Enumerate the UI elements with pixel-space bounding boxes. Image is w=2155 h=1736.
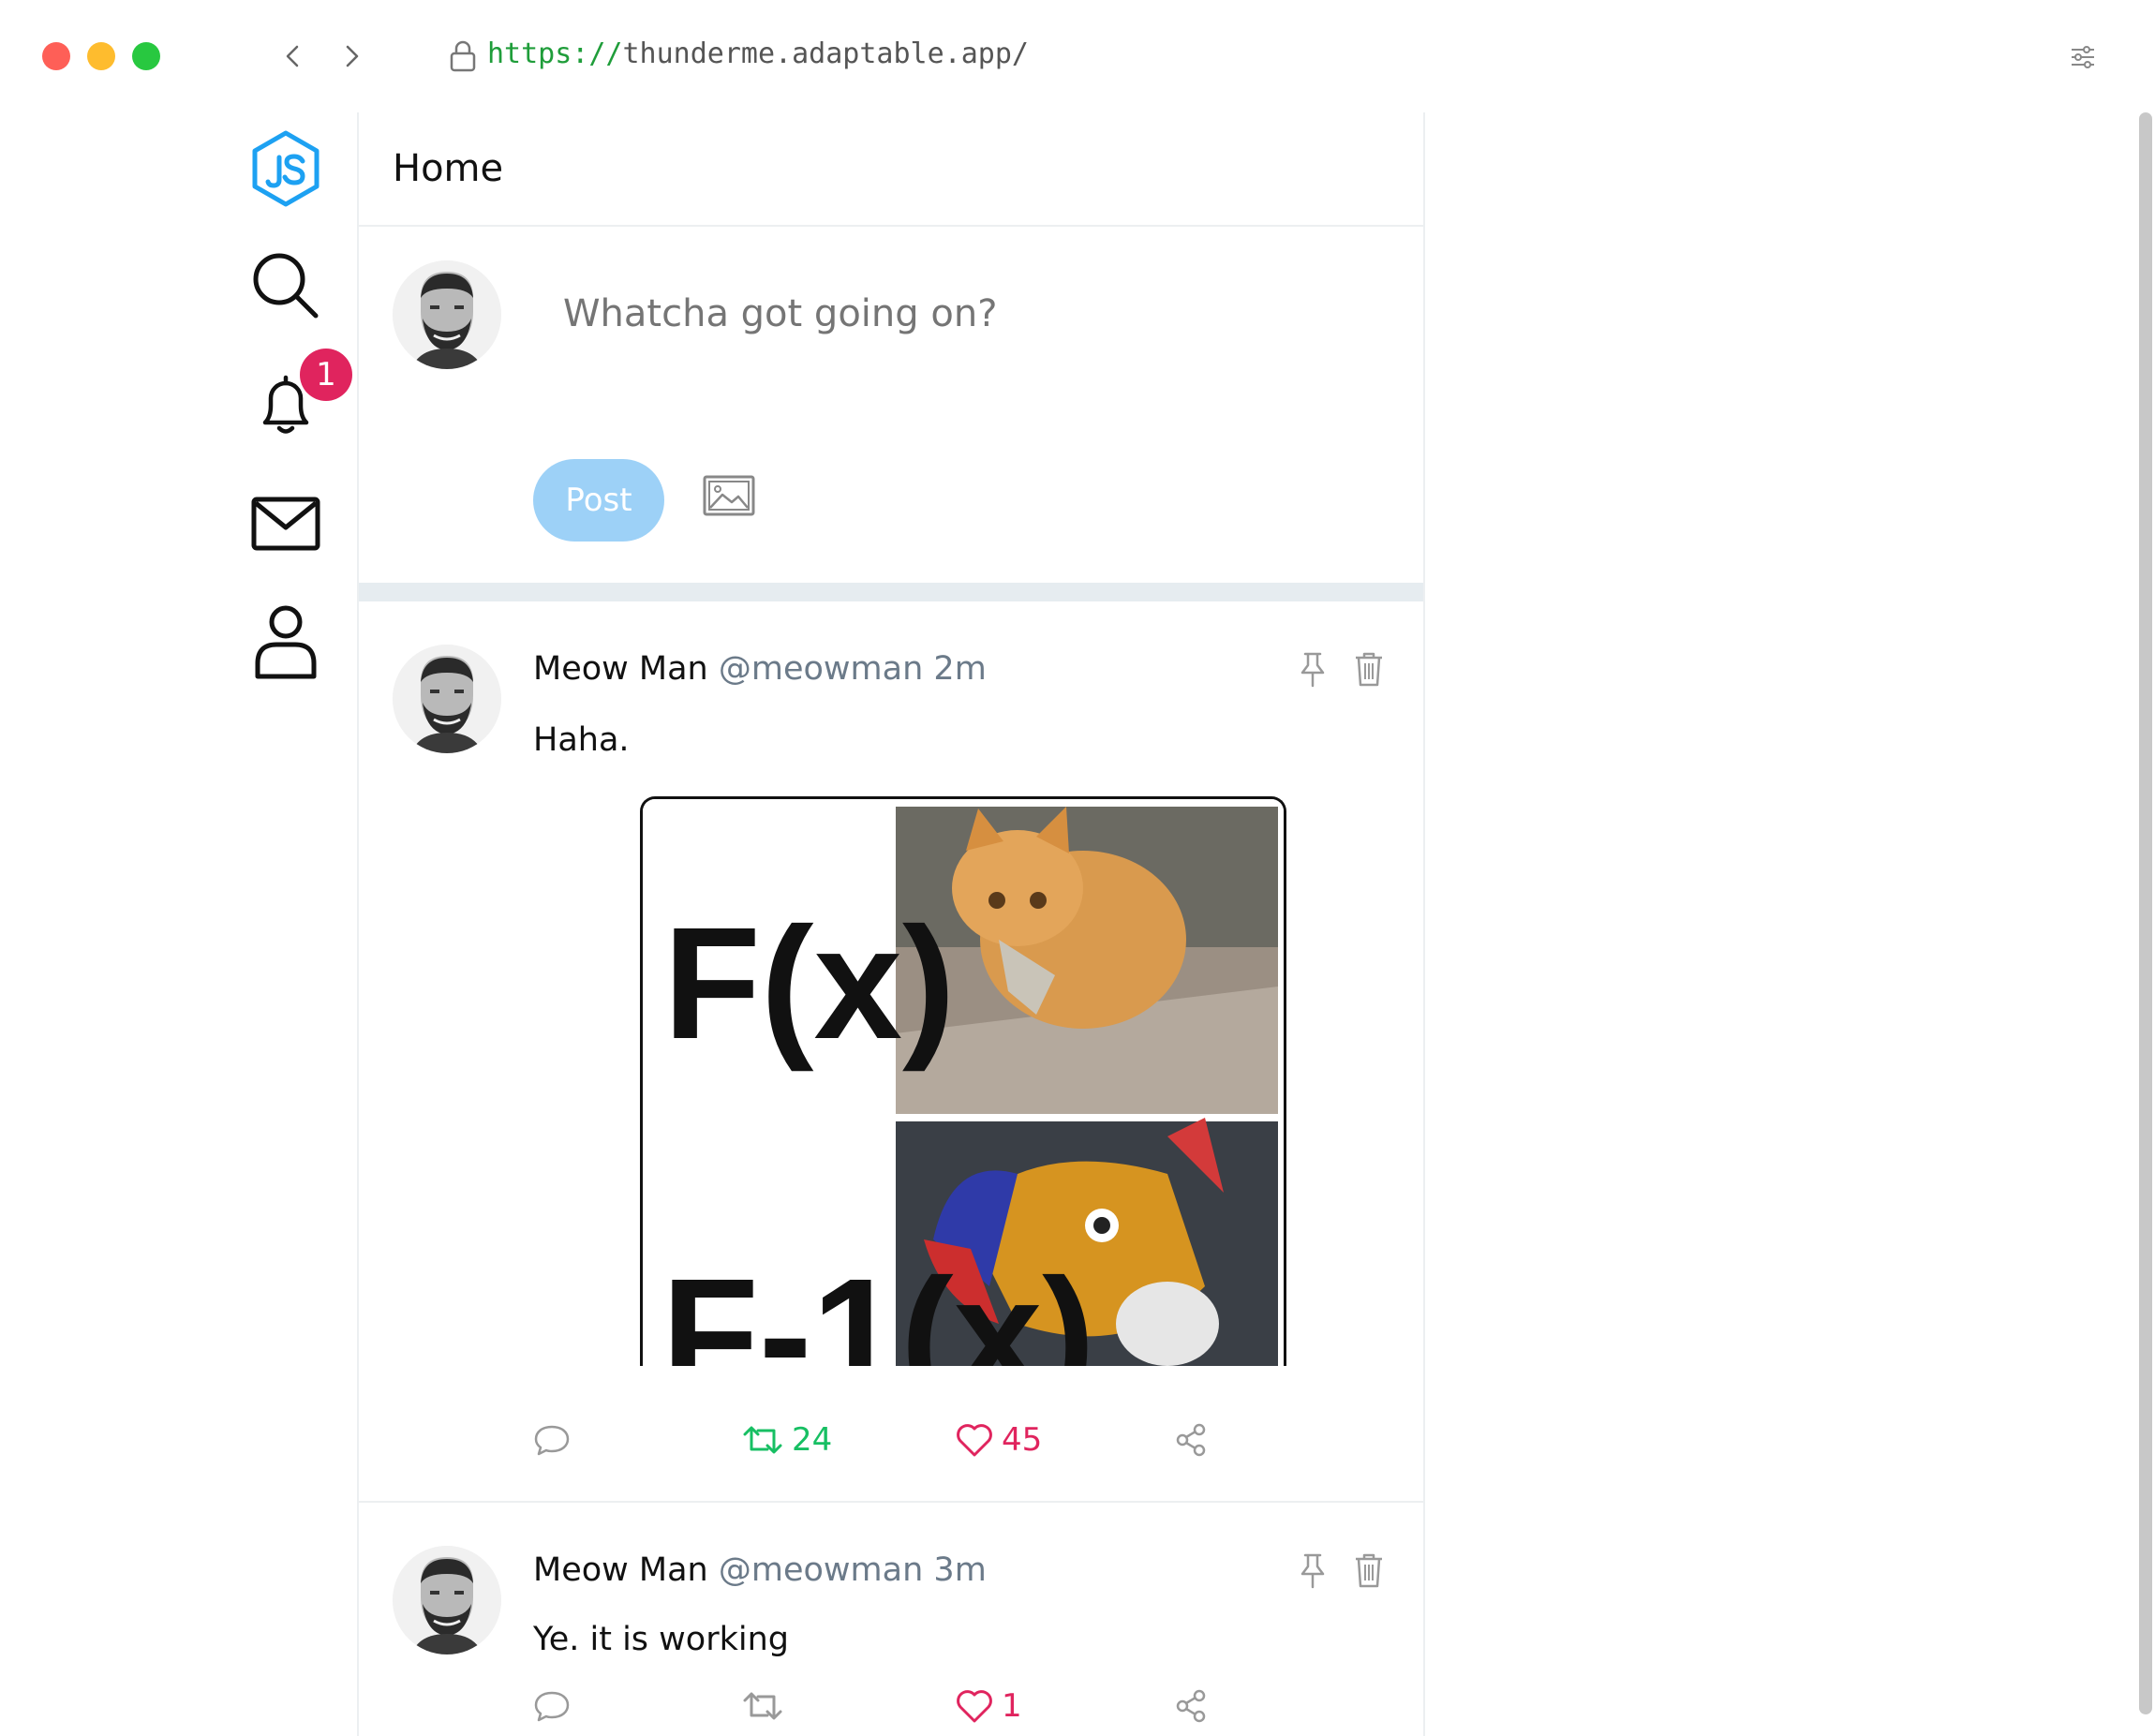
tweet-author-handle[interactable]: @meowman xyxy=(719,650,923,688)
page-scrollbar[interactable] xyxy=(2139,112,2152,1714)
compose-input[interactable] xyxy=(563,292,1369,335)
like-button[interactable]: 1 xyxy=(955,1683,1022,1729)
tweet-tools xyxy=(1296,650,1386,688)
reply-button[interactable] xyxy=(533,1417,571,1463)
section-divider xyxy=(359,583,1423,601)
user-icon[interactable] xyxy=(216,600,356,684)
tweet-image[interactable]: F(x) F-1(x) xyxy=(640,796,1286,1366)
share-icon xyxy=(1176,1689,1206,1723)
avatar[interactable] xyxy=(393,260,501,369)
search-icon[interactable] xyxy=(216,244,356,328)
tweet-header: Meow Man @meowman 3m xyxy=(533,1551,987,1589)
forward-icon[interactable] xyxy=(333,36,370,77)
retweet-count: 24 xyxy=(792,1421,833,1459)
share-button[interactable] xyxy=(1172,1417,1210,1463)
avatar[interactable] xyxy=(393,645,501,753)
retweet-icon xyxy=(743,1426,782,1454)
back-icon[interactable] xyxy=(275,36,312,77)
compose-box: Post xyxy=(359,227,1423,583)
tweet-author-handle[interactable]: @meowman xyxy=(719,1551,923,1589)
reply-icon xyxy=(534,1691,570,1722)
retweet-icon xyxy=(743,1692,782,1720)
timeline-header: Home xyxy=(359,112,1423,227)
pin-icon[interactable] xyxy=(1296,650,1330,688)
address-bar[interactable]: https://thunderme.adaptable.app/ xyxy=(487,37,1029,70)
tweet-author-name[interactable]: Meow Man xyxy=(533,650,708,688)
timeline-column: Home Post xyxy=(357,112,1425,1736)
like-count: 45 xyxy=(1002,1421,1043,1459)
settings-sliders-icon[interactable] xyxy=(2069,43,2097,71)
lock-icon xyxy=(448,39,478,73)
tweet-timestamp: 3m xyxy=(933,1551,987,1589)
tweet-text: Haha. xyxy=(533,721,630,759)
like-button[interactable]: 45 xyxy=(955,1417,1042,1463)
share-icon xyxy=(1176,1423,1206,1457)
page-title: Home xyxy=(393,147,504,190)
reply-icon xyxy=(534,1425,570,1456)
tweet-header: Meow Man @meowman 2m xyxy=(533,650,987,688)
reply-button[interactable] xyxy=(533,1683,571,1729)
post-button[interactable]: Post xyxy=(533,459,664,542)
retweet-button[interactable]: 24 xyxy=(741,1417,832,1463)
tweet-author-name[interactable]: Meow Man xyxy=(533,1551,708,1589)
retweet-button[interactable] xyxy=(741,1683,792,1729)
notification-badge: 1 xyxy=(300,349,352,401)
tweet[interactable]: Meow Man @meowman 2m Haha. F(x) F-1(x) 2… xyxy=(359,601,1423,1503)
heart-icon xyxy=(957,1690,992,1723)
tweet-actions: 1 xyxy=(533,1683,1236,1729)
avatar[interactable] xyxy=(393,1546,501,1654)
close-window-button[interactable] xyxy=(42,42,70,70)
browser-chrome: https://thunderme.adaptable.app/ xyxy=(0,0,2155,112)
nodejs-logo-icon[interactable] xyxy=(216,126,356,211)
tweet-text: Ye. it is working xyxy=(533,1621,789,1658)
url-scheme: https:// xyxy=(487,37,623,70)
share-button[interactable] xyxy=(1172,1683,1210,1729)
tweet-actions: 24 45 xyxy=(533,1417,1236,1463)
maximize-window-button[interactable] xyxy=(132,42,160,70)
trash-icon[interactable] xyxy=(1352,650,1386,688)
tweet[interactable]: Meow Man @meowman 3m Ye. it is working 1 xyxy=(359,1503,1423,1736)
trash-icon[interactable] xyxy=(1352,1551,1386,1589)
url-host: thunderme.adaptable.app/ xyxy=(622,37,1029,70)
media-label-bottom: F-1(x) xyxy=(661,1246,1095,1366)
minimize-window-button[interactable] xyxy=(87,42,115,70)
pin-icon[interactable] xyxy=(1296,1551,1330,1589)
tweet-tools xyxy=(1296,1551,1386,1589)
tweet-timestamp: 2m xyxy=(933,650,987,688)
mail-icon[interactable] xyxy=(216,482,356,566)
image-upload-icon[interactable] xyxy=(702,474,756,517)
media-label-top: F(x) xyxy=(663,895,956,1073)
heart-icon xyxy=(957,1424,992,1457)
like-count: 1 xyxy=(1002,1687,1022,1725)
